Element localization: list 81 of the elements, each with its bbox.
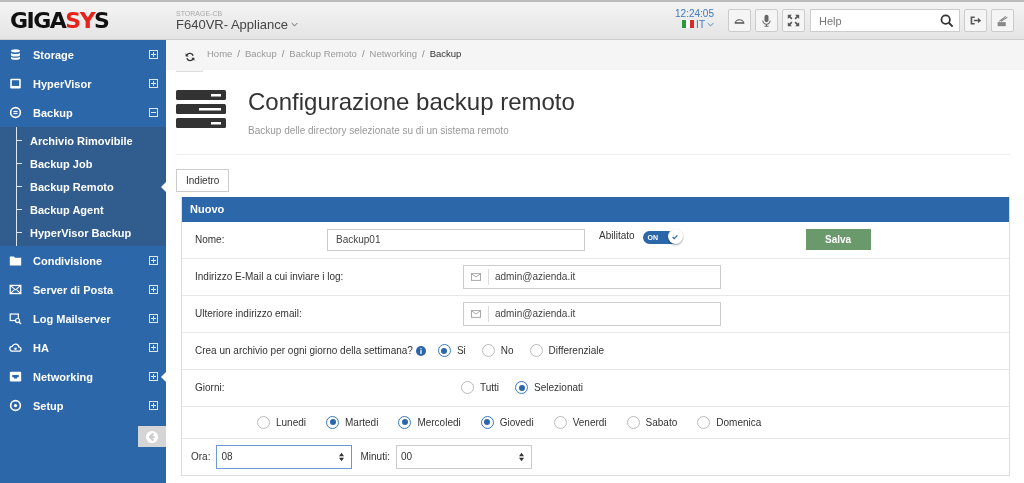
- sidebar-item[interactable]: Backup: [0, 98, 166, 127]
- microphone-button[interactable]: [755, 9, 778, 32]
- page-subtitle: Backup delle directory selezionate su di un sistema remoto: [248, 124, 510, 136]
- field-label: Indirizzo E-Mail a cui inviare i log:: [195, 271, 345, 283]
- radio-option[interactable]: Martedi: [326, 415, 379, 429]
- shutdown-icon: [996, 14, 1009, 27]
- database-icon: [9, 48, 22, 61]
- breadcrumb-separator: /: [281, 48, 285, 59]
- sidebar-item[interactable]: HyperVisor: [0, 69, 166, 98]
- flag-icon: [682, 20, 695, 28]
- name-field[interactable]: Backup01: [327, 228, 585, 251]
- radio-option[interactable]: No: [481, 344, 514, 358]
- radio-option[interactable]: Si: [437, 344, 466, 358]
- cloud-icon: [9, 341, 22, 354]
- microphone-icon: [760, 14, 773, 27]
- email-field[interactable]: admin@azienda.it: [463, 301, 721, 326]
- search-icon: [940, 13, 954, 28]
- cloud-button[interactable]: [728, 9, 751, 32]
- sidebar-item[interactable]: Server di Posta: [0, 275, 166, 304]
- envelope-icon: [471, 309, 481, 318]
- field-label: Ulteriore indirizzo email:: [195, 308, 303, 320]
- logout-icon: [969, 14, 982, 27]
- field-label: Nome:: [195, 234, 226, 246]
- field-label: Ora:: [191, 451, 211, 463]
- field-label: Minuti:: [360, 451, 390, 463]
- submenu-item[interactable]: HyperVisor Backup: [0, 221, 166, 244]
- backup-icon: [9, 106, 22, 119]
- panel-title: Nuovo: [190, 203, 225, 216]
- radio-option[interactable]: Mercoledi: [398, 415, 461, 429]
- field-label: Crea un archivio per ogni giorno della settimana?: [195, 345, 413, 357]
- breadcrumb-separator: /: [422, 48, 425, 59]
- server-icon: [176, 90, 226, 128]
- monitor-icon: [9, 77, 22, 90]
- sidebar-item[interactable]: Log Mailserver: [0, 304, 166, 333]
- device-selector[interactable]: F640VR- Appliance: [176, 16, 298, 32]
- envelope-icon: [9, 283, 22, 296]
- radio-option[interactable]: Tutti: [461, 381, 500, 395]
- sidebar-item[interactable]: HA: [0, 333, 166, 362]
- page-title: Configurazione backup remoto: [248, 88, 575, 117]
- back-button[interactable]: Indietro: [176, 168, 230, 192]
- sidebar-item[interactable]: Setup: [0, 391, 166, 420]
- radio-option[interactable]: Venerdi: [553, 415, 607, 429]
- fullscreen-button[interactable]: [782, 9, 805, 32]
- logout-button[interactable]: [964, 9, 987, 32]
- sidebar-item[interactable]: Condivisione: [0, 246, 166, 275]
- gear-icon: [9, 399, 22, 412]
- radio-option[interactable]: Domenica: [697, 415, 762, 429]
- radio-option[interactable]: Sabato: [626, 415, 678, 429]
- submenu-item[interactable]: Backup Agent: [0, 198, 166, 221]
- sidebar-item[interactable]: Storage: [0, 40, 166, 69]
- refresh-icon: [184, 51, 195, 62]
- up-down-icon: [517, 451, 525, 462]
- check-icon: [671, 232, 680, 241]
- field-label: Giorni:: [195, 382, 226, 394]
- minutes-select[interactable]: 00: [395, 444, 532, 469]
- field-label: Abilitato: [599, 229, 635, 241]
- shutdown-button[interactable]: [991, 9, 1014, 32]
- language-selector[interactable]: IT: [682, 18, 714, 30]
- up-down-icon: [338, 451, 346, 462]
- radio-option[interactable]: Lunedi: [257, 415, 307, 429]
- email-field[interactable]: admin@azienda.it: [463, 264, 721, 289]
- submenu-item[interactable]: Backup Job: [0, 152, 166, 175]
- hour-select[interactable]: 08: [216, 444, 353, 469]
- info-icon: [415, 345, 426, 356]
- submenu-item[interactable]: Archivio Rimovibile: [0, 129, 166, 152]
- breadcrumb-separator: /: [361, 48, 365, 59]
- logo: GIGASYS: [9, 8, 110, 33]
- network-icon: [9, 370, 22, 383]
- envelope-icon: [471, 272, 481, 281]
- folder-icon: [9, 254, 22, 267]
- chevron-down-icon: [291, 21, 298, 27]
- radio-option[interactable]: Differenziale: [529, 344, 604, 358]
- radio-option[interactable]: Selezionati: [515, 381, 583, 395]
- breadcrumb-separator: /: [237, 48, 240, 59]
- chevron-down-icon: [707, 21, 714, 27]
- fullscreen-icon: [787, 14, 800, 27]
- radio-option[interactable]: Giovedi: [480, 415, 534, 429]
- search-field[interactable]: Help: [810, 9, 960, 32]
- clock: 12:24:05: [675, 7, 714, 19]
- log-search-icon: [9, 312, 22, 325]
- breadcrumb-current: Backup: [429, 48, 462, 59]
